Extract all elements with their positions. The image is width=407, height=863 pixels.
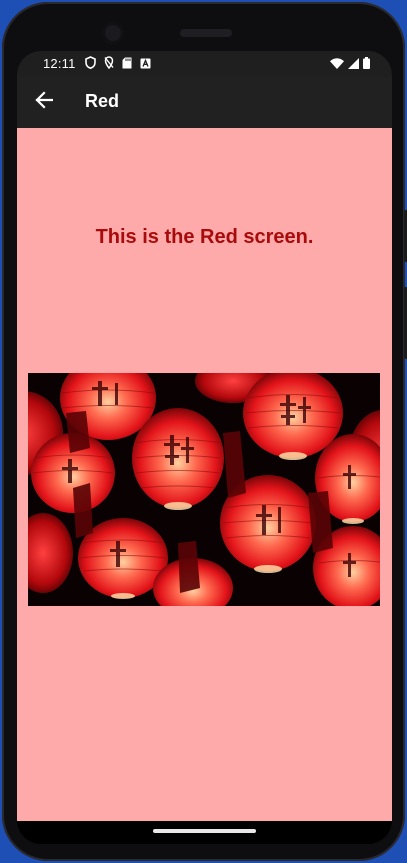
lanterns-image: [28, 373, 380, 606]
front-camera: [102, 22, 124, 44]
screen-headline: This is the Red screen.: [95, 226, 314, 248]
font-a-icon: [140, 57, 151, 72]
page-title: Red: [85, 91, 120, 111]
battery-icon: [363, 57, 370, 72]
earpiece-speaker: [180, 29, 232, 37]
red-screen-content: This is the Red screen.: [17, 128, 392, 821]
arrow-back-icon: [35, 90, 54, 114]
navigation-bar: [17, 821, 392, 844]
sd-card-icon: [122, 57, 132, 72]
location-off-icon: [104, 56, 114, 72]
status-bar: 12:11: [17, 51, 392, 77]
shield-icon: [85, 56, 96, 72]
back-button[interactable]: [29, 87, 59, 117]
status-time: 12:11: [43, 56, 76, 71]
signal-icon: [348, 57, 359, 72]
home-indicator[interactable]: [153, 829, 256, 833]
app-bar: Red: [17, 77, 392, 128]
device-screen: 12:11 Red This is the Red screen.: [17, 51, 392, 844]
status-icons-left: [85, 56, 151, 72]
phone-frame: 12:11 Red This is the Red screen.: [2, 2, 407, 861]
wifi-icon: [330, 57, 344, 72]
status-icons-right: [330, 57, 370, 72]
